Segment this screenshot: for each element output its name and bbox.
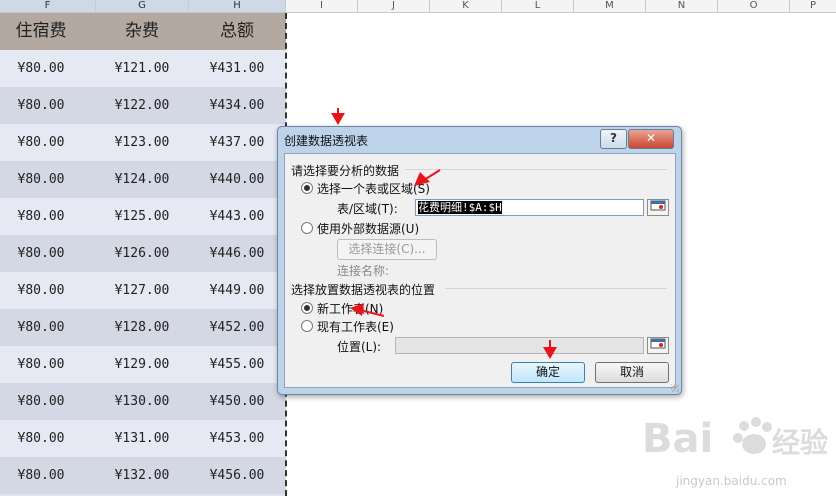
- cell-lodging[interactable]: ¥80.00: [0, 309, 82, 346]
- cell-lodging[interactable]: ¥80.00: [0, 87, 82, 124]
- section-divider: [445, 288, 667, 289]
- choose-connection-button[interactable]: 选择连接(C)...: [337, 239, 437, 260]
- cell-lodging[interactable]: ¥80.00: [0, 420, 82, 457]
- close-button[interactable]: ✕: [628, 129, 674, 149]
- cell-total[interactable]: ¥431.00: [189, 50, 285, 87]
- annotation-arrow-icon: [350, 303, 385, 317]
- cell-lodging[interactable]: ¥80.00: [0, 198, 82, 235]
- watermark-brand-cn: 经验: [772, 426, 828, 459]
- column-header-i[interactable]: I: [286, 0, 358, 12]
- cell-lodging[interactable]: ¥80.00: [0, 50, 82, 87]
- column-header-h[interactable]: H: [189, 0, 286, 12]
- column-header-p[interactable]: P: [790, 0, 836, 12]
- table-row: ¥80.00 ¥121.00 ¥431.00: [0, 50, 286, 87]
- cell-misc[interactable]: ¥125.00: [96, 198, 188, 235]
- cell-total[interactable]: ¥440.00: [189, 161, 285, 198]
- cell-total[interactable]: ¥450.00: [189, 383, 285, 420]
- column-header-f[interactable]: F: [0, 0, 96, 12]
- table-row: ¥80.00 ¥126.00 ¥446.00: [0, 235, 286, 272]
- cell-total[interactable]: ¥452.00: [189, 309, 285, 346]
- range-label: 表/区域(T):: [337, 202, 398, 216]
- cell-total[interactable]: ¥443.00: [189, 198, 285, 235]
- cell-total[interactable]: ¥449.00: [189, 272, 285, 309]
- ok-button[interactable]: 确定: [511, 362, 585, 383]
- range-input-value: 花费明细!$A:$H: [418, 201, 502, 214]
- location-label: 位置(L):: [337, 340, 382, 354]
- column-header-bar: F G H I J K L M N O P: [0, 0, 836, 13]
- cell-misc[interactable]: ¥122.00: [96, 87, 188, 124]
- column-header-l[interactable]: L: [502, 0, 574, 12]
- column-header-j[interactable]: J: [358, 0, 430, 12]
- expense-table: 住宿费 杂费 总额 ¥80.00 ¥121.00 ¥431.00 ¥80.00 ¥122…: [0, 13, 286, 496]
- cell-total[interactable]: ¥446.00: [189, 235, 285, 272]
- option-external-label[interactable]: 使用外部数据源(U): [317, 220, 419, 237]
- cell-lodging[interactable]: ¥80.00: [0, 383, 82, 420]
- section-divider: [405, 169, 667, 170]
- table-header-row: 住宿费 杂费 总额: [0, 13, 286, 50]
- cell-misc[interactable]: ¥121.00: [96, 50, 188, 87]
- header-misc[interactable]: 杂费: [96, 13, 188, 50]
- range-picker-icon[interactable]: [647, 199, 669, 216]
- cell-lodging[interactable]: ¥80.00: [0, 161, 82, 198]
- cell-misc[interactable]: ¥128.00: [96, 309, 188, 346]
- cell-misc[interactable]: ¥132.00: [96, 457, 188, 494]
- cell-total[interactable]: ¥437.00: [189, 124, 285, 161]
- radio-external-source[interactable]: [301, 222, 313, 234]
- cell-misc[interactable]: ¥126.00: [96, 235, 188, 272]
- table-row: ¥80.00 ¥130.00 ¥450.00: [0, 383, 286, 420]
- section-analyze-data-label: 请选择要分析的数据: [291, 164, 400, 178]
- cell-lodging[interactable]: ¥80.00: [0, 346, 82, 383]
- column-header-k[interactable]: K: [430, 0, 502, 12]
- table-row: ¥80.00 ¥124.00 ¥440.00: [0, 161, 286, 198]
- table-row: ¥80.00 ¥129.00 ¥455.00: [0, 346, 286, 383]
- section-location-label: 选择放置数据透视表的位置: [291, 283, 436, 297]
- cell-total[interactable]: ¥453.00: [189, 420, 285, 457]
- cell-misc[interactable]: ¥123.00: [96, 124, 188, 161]
- option-existing-sheet-label[interactable]: 现有工作表(E): [317, 318, 394, 335]
- table-row: ¥80.00 ¥132.00 ¥456.00: [0, 457, 286, 494]
- watermark-brand: Bai: [642, 416, 713, 462]
- annotation-arrow-icon: [331, 108, 345, 125]
- cell-lodging[interactable]: ¥80.00: [0, 235, 82, 272]
- table-row: ¥80.00 ¥128.00 ¥452.00: [0, 309, 286, 346]
- header-total[interactable]: 总额: [189, 13, 285, 50]
- cell-lodging[interactable]: ¥80.00: [0, 124, 82, 161]
- range-input[interactable]: 花费明细!$A:$H: [415, 199, 644, 216]
- cell-misc[interactable]: ¥124.00: [96, 161, 188, 198]
- range-picker-icon[interactable]: [647, 337, 669, 354]
- dialog-body: 请选择要分析的数据 选择一个表或区域(S) 表/区域(T): 花费明细!$A:$…: [284, 153, 676, 388]
- column-header-o[interactable]: O: [718, 0, 790, 12]
- annotation-arrow-icon: [414, 169, 441, 186]
- cell-misc[interactable]: ¥131.00: [96, 420, 188, 457]
- radio-new-sheet[interactable]: [301, 302, 313, 314]
- resize-grip[interactable]: [671, 384, 679, 392]
- create-pivot-table-dialog: 创建数据透视表 ? ✕ 请选择要分析的数据 选择一个表或区域(S) 表/区域(T…: [277, 126, 682, 395]
- help-button[interactable]: ?: [600, 129, 627, 149]
- table-row: ¥80.00 ¥131.00 ¥453.00: [0, 420, 286, 457]
- table-row: ¥80.00 ¥125.00 ¥443.00: [0, 198, 286, 235]
- radio-table-range[interactable]: [301, 182, 313, 194]
- table-row: ¥80.00 ¥122.00 ¥434.00: [0, 87, 286, 124]
- table-row: ¥80.00 ¥123.00 ¥437.00: [0, 124, 286, 161]
- location-input[interactable]: [395, 337, 644, 354]
- cell-total[interactable]: ¥455.00: [189, 346, 285, 383]
- cell-misc[interactable]: ¥127.00: [96, 272, 188, 309]
- watermark-url: jingyan.baidu.com: [676, 474, 787, 488]
- cancel-button[interactable]: 取消: [595, 362, 669, 383]
- column-header-m[interactable]: M: [574, 0, 646, 12]
- cell-misc[interactable]: ¥129.00: [96, 346, 188, 383]
- cell-misc[interactable]: ¥130.00: [96, 383, 188, 420]
- column-header-g[interactable]: G: [96, 0, 189, 12]
- cell-lodging[interactable]: ¥80.00: [0, 457, 82, 494]
- dialog-title: 创建数据透视表: [284, 134, 369, 148]
- cell-total[interactable]: ¥456.00: [189, 457, 285, 494]
- annotation-arrow-icon: [543, 340, 557, 359]
- cell-total[interactable]: ¥434.00: [189, 87, 285, 124]
- header-lodging[interactable]: 住宿费: [0, 13, 82, 50]
- connection-name-label: 连接名称:: [337, 264, 390, 278]
- radio-existing-sheet[interactable]: [301, 320, 313, 332]
- cell-lodging[interactable]: ¥80.00: [0, 272, 82, 309]
- table-row: ¥80.00 ¥127.00 ¥449.00: [0, 272, 286, 309]
- column-header-n[interactable]: N: [646, 0, 718, 12]
